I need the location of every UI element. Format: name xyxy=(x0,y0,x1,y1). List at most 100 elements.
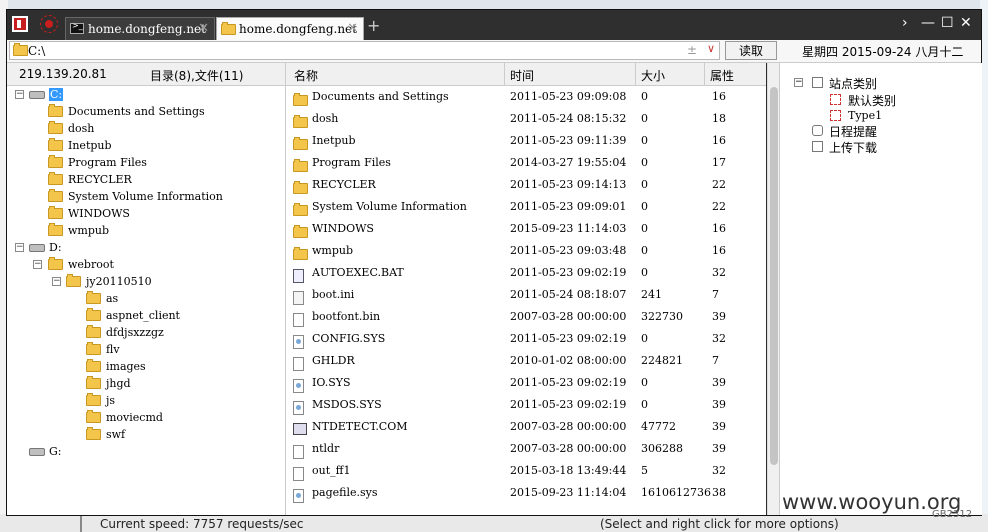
column-divider[interactable] xyxy=(504,63,505,85)
column-divider[interactable] xyxy=(635,63,636,85)
file-row[interactable]: MSDOS.SYS 2011-05-23 09:02:19 0 39 xyxy=(286,394,766,416)
path-input[interactable] xyxy=(28,42,668,59)
tree-folder[interactable]: dosh xyxy=(7,121,285,138)
category-item[interactable]: 默认类别 xyxy=(780,92,980,108)
folder-icon xyxy=(48,189,63,202)
chevron-down-icon[interactable]: ∨ xyxy=(707,42,715,55)
folder-icon xyxy=(293,135,308,150)
column-divider[interactable] xyxy=(704,63,705,85)
new-tab-button[interactable]: + xyxy=(367,16,380,35)
tree-folder[interactable]: swf xyxy=(7,427,285,444)
file-row[interactable]: out_ff1 2015-03-18 13:49:44 5 32 xyxy=(286,460,766,482)
file-size: 0 xyxy=(641,156,648,169)
file-row[interactable]: bootfont.bin 2007-03-28 00:00:00 322730 39 xyxy=(286,306,766,328)
close-tab-icon[interactable]: ✕ xyxy=(347,21,358,36)
collapse-toggle[interactable]: − xyxy=(794,78,803,87)
file-row[interactable]: GHLDR 2010-01-02 08:00:00 224821 7 xyxy=(286,350,766,372)
tree-folder[interactable]: System Volume Information xyxy=(7,189,285,206)
file-row[interactable]: dosh 2011-05-24 08:15:32 0 18 xyxy=(286,108,766,130)
file-row[interactable]: pagefile.sys 2015-09-23 11:14:04 161061273… xyxy=(286,482,766,504)
chevron-right-icon[interactable]: › xyxy=(902,15,908,31)
tree-folder[interactable]: Program Files xyxy=(7,155,285,172)
tree-drive[interactable]: − D: xyxy=(7,240,285,257)
folder-icon xyxy=(293,157,308,172)
category-item[interactable]: 上传下载 xyxy=(780,139,980,155)
tree-folder[interactable]: dfdjsxzzgz xyxy=(7,325,285,342)
file-attr: 22 xyxy=(712,178,726,191)
file-attr: 32 xyxy=(712,332,726,345)
tree-folder[interactable]: Documents and Settings xyxy=(7,104,285,121)
file-time: 2011-05-23 09:03:48 xyxy=(510,244,627,257)
file-name: System Volume Information xyxy=(312,200,467,213)
tree-label: Inetpub xyxy=(68,139,112,152)
path-field[interactable]: ± ∨ xyxy=(9,41,720,60)
file-list-panel: 名称 时间 大小 属性 Documents and Settings 2011-0… xyxy=(286,63,766,515)
file-row[interactable]: RECYCLER 2011-05-23 09:14:13 0 22 xyxy=(286,174,766,196)
record-icon[interactable] xyxy=(40,15,58,33)
file-row[interactable]: wmpub 2011-05-23 09:03:48 0 16 xyxy=(286,240,766,262)
file-icon xyxy=(293,377,304,393)
minimize-button[interactable]: — xyxy=(921,15,935,31)
tree-folder[interactable]: aspnet_client xyxy=(7,308,285,325)
scrollbar-thumb[interactable] xyxy=(770,87,778,465)
file-time: 2011-05-23 09:09:08 xyxy=(510,90,627,103)
tree-folder[interactable]: − webroot xyxy=(7,257,285,274)
file-icon xyxy=(293,443,304,459)
app-window: home.dongfeng.net ✕ home.dongfeng.net ✕ … xyxy=(6,9,982,516)
file-size: 0 xyxy=(641,332,648,345)
maximize-button[interactable]: ☐ xyxy=(941,15,954,31)
app-logo-icon[interactable] xyxy=(12,16,28,32)
file-name: Inetpub xyxy=(312,134,356,147)
collapse-toggle[interactable]: − xyxy=(52,277,61,286)
category-label: 日程提醒 xyxy=(829,125,878,139)
tree-folder[interactable]: js xyxy=(7,393,285,410)
file-row[interactable]: Documents and Settings 2011-05-23 09:09:0… xyxy=(286,86,766,108)
tab-shell[interactable]: home.dongfeng.net ✕ xyxy=(65,17,215,40)
tree-folder[interactable]: images xyxy=(7,359,285,376)
tree-drive[interactable]: − C: xyxy=(7,87,285,104)
background-speed-text: Current speed: 7757 requests/sec xyxy=(100,517,304,531)
category-item[interactable]: 日程提醒 xyxy=(780,123,980,139)
file-row[interactable]: CONFIG.SYS 2011-05-23 09:02:19 0 32 xyxy=(286,328,766,350)
file-row[interactable]: NTDETECT.COM 2007-03-28 00:00:00 47772 39 xyxy=(286,416,766,438)
tree-folder[interactable]: as xyxy=(7,291,285,308)
tree-drive[interactable]: G: xyxy=(7,444,285,461)
file-time: 2011-05-23 09:02:19 xyxy=(510,376,627,389)
tab-file-manager[interactable]: home.dongfeng.net ✕ xyxy=(216,17,364,40)
tree-folder[interactable]: moviecmd xyxy=(7,410,285,427)
read-button[interactable]: 读取 xyxy=(725,41,777,60)
column-attr[interactable]: 属性 xyxy=(710,67,734,84)
column-size[interactable]: 大小 xyxy=(641,67,665,84)
category-item[interactable]: Type1 xyxy=(780,108,980,124)
column-time[interactable]: 时间 xyxy=(510,67,534,84)
plus-minus-icon[interactable]: ± xyxy=(687,43,697,57)
tree-folder[interactable]: wmpub xyxy=(7,223,285,240)
category-label: 默认类别 xyxy=(848,94,897,108)
tree-label: D: xyxy=(49,241,62,254)
tree-folder[interactable]: jhgd xyxy=(7,376,285,393)
file-row[interactable]: Program Files 2014-03-27 19:55:04 0 17 xyxy=(286,152,766,174)
tree-folder[interactable]: − jy20110510 xyxy=(7,274,285,291)
file-row[interactable]: WINDOWS 2015-09-23 11:14:03 0 16 xyxy=(286,218,766,240)
file-row[interactable]: Inetpub 2011-05-23 09:11:39 0 16 xyxy=(286,130,766,152)
column-name[interactable]: 名称 xyxy=(294,67,318,84)
tab-bar: home.dongfeng.net ✕ home.dongfeng.net ✕ … xyxy=(7,10,981,40)
tree-folder[interactable]: Inetpub xyxy=(7,138,285,155)
tree-folder[interactable]: flv xyxy=(7,342,285,359)
file-row[interactable]: IO.SYS 2011-05-23 09:02:19 0 39 xyxy=(286,372,766,394)
folder-icon xyxy=(48,121,63,134)
file-row[interactable]: boot.ini 2011-05-24 08:18:07 241 7 xyxy=(286,284,766,306)
file-row[interactable]: AUTOEXEC.BAT 2011-05-23 09:02:19 0 32 xyxy=(286,262,766,284)
file-row[interactable]: System Volume Information 2011-05-23 09:0… xyxy=(286,196,766,218)
tree-folder[interactable]: WINDOWS xyxy=(7,206,285,223)
close-window-button[interactable]: ✕ xyxy=(960,15,972,31)
collapse-toggle[interactable]: − xyxy=(15,90,24,99)
tree-folder[interactable]: RECYCLER xyxy=(7,172,285,189)
collapse-toggle[interactable]: − xyxy=(33,260,42,269)
collapse-toggle[interactable]: − xyxy=(15,243,24,252)
file-row[interactable]: ntldr 2007-03-28 00:00:00 306288 39 xyxy=(286,438,766,460)
tree-label: G: xyxy=(49,445,62,458)
file-size: 224821 xyxy=(641,354,683,367)
category-item[interactable]: − 站点类别 xyxy=(780,75,980,91)
close-tab-icon[interactable]: ✕ xyxy=(198,21,209,36)
